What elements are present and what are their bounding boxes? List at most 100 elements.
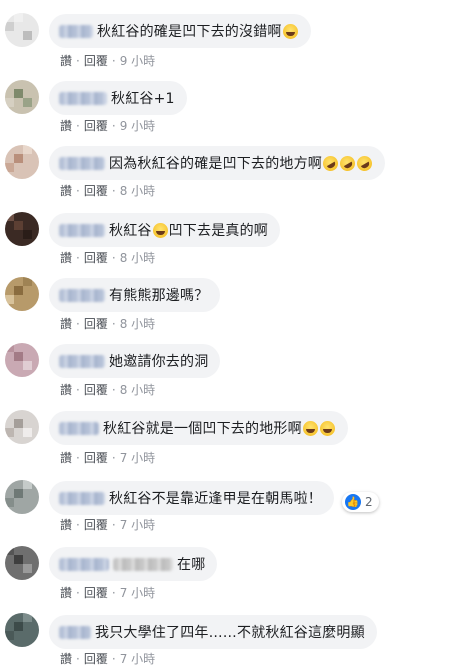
comment-text: 秋紅谷+1 [111,91,175,107]
avatar[interactable] [5,410,39,444]
avatar[interactable] [5,80,39,114]
rofl-emoji-icon [337,152,358,174]
reply-link[interactable]: 回覆 [84,584,108,601]
separator: · [76,651,80,666]
comment-time[interactable]: 8 小時 [120,249,155,266]
separator: · [76,183,80,198]
avatar[interactable] [5,546,39,580]
avatar[interactable] [5,13,39,47]
reply-link[interactable]: 回覆 [84,52,108,69]
comment-time[interactable]: 8 小時 [120,182,155,199]
comment-time[interactable]: 8 小時 [120,381,155,398]
laughing-emoji-icon [302,420,318,436]
separator: · [76,382,80,397]
comment-time[interactable]: 7 小時 [120,650,155,667]
commenter-name[interactable] [59,491,105,505]
comment-bubble: 秋紅谷+1 [49,81,187,115]
reply-link[interactable]: 回覆 [84,315,108,332]
like-link[interactable]: 讚 [60,117,72,134]
comment-text: 秋紅谷 [109,223,152,239]
separator: · [76,517,80,532]
like-icon: 👍 [345,494,361,510]
separator: · [76,118,80,133]
like-link[interactable]: 讚 [60,584,72,601]
separator: · [76,316,80,331]
like-link[interactable]: 讚 [60,52,72,69]
like-link[interactable]: 讚 [60,249,72,266]
separator: · [111,382,116,397]
comment-actions: 讚 · 回覆 · 7 小時 [60,650,155,667]
separator: · [111,250,116,265]
comment-bubble: 秋紅谷不是靠近逢甲是在朝馬啦！ [49,481,334,515]
comment-time[interactable]: 7 小時 [120,584,155,601]
reply-link[interactable]: 回覆 [84,449,108,466]
comment-time[interactable]: 7 小時 [120,449,155,466]
commenter-name[interactable] [59,421,99,435]
avatar[interactable] [5,145,39,179]
laughing-emoji-icon [152,222,168,238]
separator: · [111,450,116,465]
like-link[interactable]: 讚 [60,315,72,332]
comment-bubble: 我只大學住了四年……不就秋紅谷這麼明顯 [49,615,377,649]
avatar[interactable] [5,212,39,246]
comment-time[interactable]: 9 小時 [120,52,155,69]
comment-bubble: 秋紅谷 凹下去是真的啊 [49,213,281,247]
avatar[interactable] [5,277,39,311]
like-link[interactable]: 讚 [60,449,72,466]
reaction-count-value: 2 [365,495,373,509]
commenter-name[interactable] [59,625,91,639]
reply-link[interactable]: 回覆 [84,249,108,266]
comment-actions: 讚 · 回覆 · 8 小時 [60,315,155,332]
commenter-name[interactable] [59,288,105,302]
like-link[interactable]: 讚 [60,182,72,199]
comment-bubble: 她邀請你去的洞 [49,344,221,378]
separator: · [111,183,116,198]
like-link[interactable]: 讚 [60,650,72,667]
avatar[interactable] [5,613,39,647]
avatar[interactable] [5,343,39,377]
comment-actions: 讚 · 回覆 · 8 小時 [60,249,155,266]
avatar[interactable] [5,480,39,514]
comment-time[interactable]: 7 小時 [120,516,155,533]
comment-text: 因為秋紅谷的確是凹下去的地方啊 [109,156,322,172]
comment-text: 有熊熊那邊嗎？ [109,288,209,304]
comment-text: 我只大學住了四年……不就秋紅谷這麼明顯 [95,625,365,641]
comment-actions: 讚 · 回覆 · 8 小時 [60,182,155,199]
comment-time[interactable]: 8 小時 [120,315,155,332]
like-link[interactable]: 讚 [60,516,72,533]
laughing-emoji-icon [282,23,298,39]
commenter-name[interactable] [59,24,93,38]
like-link[interactable]: 讚 [60,381,72,398]
separator: · [111,517,116,532]
separator: · [111,53,116,68]
comment-actions: 讚 · 回覆 · 9 小時 [60,117,155,134]
comment-bubble: 秋紅谷的確是凹下去的沒錯啊 [49,14,311,48]
separator: · [76,450,80,465]
comment-actions: 讚 · 回覆 · 7 小時 [60,449,155,466]
commenter-name[interactable] [59,156,105,170]
separator: · [111,585,116,600]
reply-link[interactable]: 回覆 [84,650,108,667]
reply-link[interactable]: 回覆 [84,182,108,199]
commenter-name[interactable] [59,354,105,368]
reply-link[interactable]: 回覆 [84,381,108,398]
comment-bubble: 秋紅谷就是一個凹下去的地形啊 [49,411,348,445]
rofl-emoji-icon [354,152,375,174]
comment-bubble: 有熊熊那邊嗎？ [49,278,221,312]
comment-time[interactable]: 9 小時 [120,117,155,134]
mentioned-name[interactable] [113,557,173,571]
comment-actions: 讚 · 回覆 · 9 小時 [60,52,155,69]
separator: · [76,250,80,265]
comment-text: 秋紅谷就是一個凹下去的地形啊 [103,421,302,437]
commenter-name[interactable] [59,91,107,105]
rofl-emoji-icon [320,152,341,174]
comment-text: 秋紅谷的確是凹下去的沒錯啊 [97,24,282,40]
comment-actions: 讚 · 回覆 · 7 小時 [60,516,155,533]
commenter-name[interactable] [59,223,105,237]
separator: · [76,53,80,68]
reply-link[interactable]: 回覆 [84,117,108,134]
comment-text: 在哪 [177,557,206,573]
reaction-count[interactable]: 👍 2 [342,492,379,512]
commenter-name[interactable] [59,557,109,571]
reply-link[interactable]: 回覆 [84,516,108,533]
